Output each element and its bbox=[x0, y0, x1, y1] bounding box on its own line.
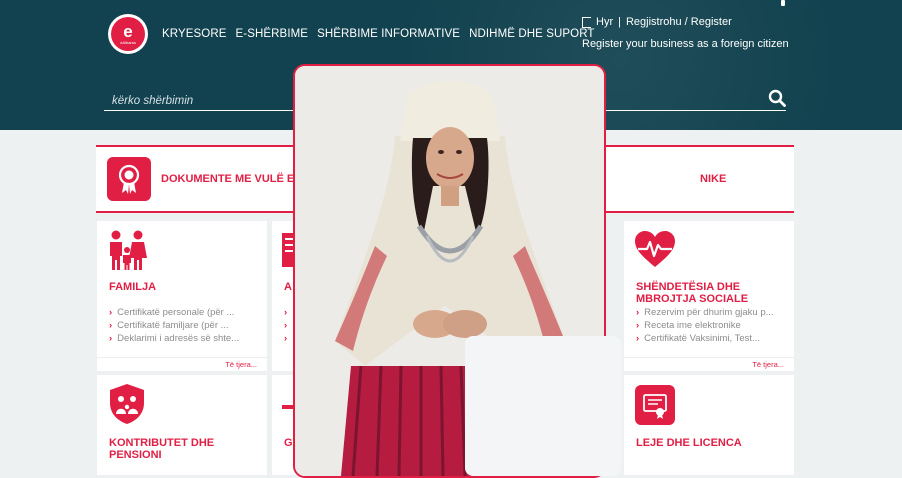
foreign-register-link[interactable]: Register your business as a foreign citi… bbox=[582, 38, 789, 50]
nav-sherbime-informative[interactable]: SHËRBIME INFORMATIVE bbox=[317, 28, 460, 40]
nav-ndihme-dhe-suport[interactable]: NDIHMË DHE SUPORT bbox=[469, 28, 594, 40]
list-item[interactable]: › Certifikatë personale (për ... bbox=[109, 306, 239, 319]
certificate-icon bbox=[107, 157, 151, 201]
chevron-right-icon: › bbox=[636, 320, 640, 331]
middle-bottom-title: G bbox=[284, 437, 293, 449]
chevron-right-icon: › bbox=[109, 307, 113, 318]
list-item[interactable]: › Rezervim për dhurim gjaku p... bbox=[636, 306, 774, 319]
main-nav: KRYESORE E-SHËRBIME SHËRBIME INFORMATIVE… bbox=[162, 28, 595, 40]
chevron-right-icon: › bbox=[636, 333, 640, 344]
documents-banner-title: DOKUMENTE ME VULË EL bbox=[161, 173, 301, 185]
nav-e-sherbime[interactable]: E-SHËRBIME bbox=[236, 28, 309, 40]
chevron-right-icon: › bbox=[109, 320, 113, 331]
pension-card[interactable]: KONTRIBUTET DHE PENSIONI bbox=[97, 375, 267, 475]
list-item[interactable]: › Certifikatë familjare (për ... bbox=[109, 319, 239, 332]
shield-family-icon bbox=[110, 384, 144, 424]
list-item[interactable]: › Deklarimi i adresës së shte... bbox=[109, 332, 239, 345]
login-icon bbox=[582, 16, 591, 28]
account-area: Hyr | Regjistrohu / Register Register yo… bbox=[582, 16, 789, 50]
divider bbox=[97, 357, 267, 358]
license-card[interactable]: LEJE DHE LICENCA bbox=[624, 375, 794, 475]
chevron-right-icon: › bbox=[284, 333, 288, 344]
account-separator: | bbox=[618, 16, 621, 28]
overlay-panel bbox=[465, 336, 621, 476]
license-icon bbox=[635, 385, 675, 425]
family-title: FAMILJA bbox=[109, 281, 157, 293]
health-links: › Rezervim për dhurim gjaku p... › Receta … bbox=[636, 306, 774, 345]
family-icon bbox=[110, 230, 147, 270]
heart-pulse-icon bbox=[635, 231, 675, 267]
chevron-right-icon: › bbox=[636, 307, 640, 318]
list-item[interactable]: › bbox=[284, 332, 292, 345]
divider bbox=[624, 357, 794, 358]
documents-banner-title-end: NIKE bbox=[700, 173, 727, 185]
search-icon[interactable] bbox=[768, 89, 786, 107]
health-more-link[interactable]: Të tjera... bbox=[752, 360, 784, 369]
menu-dots-icon[interactable] bbox=[781, 0, 785, 6]
list-item[interactable]: › Receta ime elektronike bbox=[636, 319, 774, 332]
logo-mark: e eAlbania bbox=[111, 17, 145, 51]
license-title: LEJE DHE LICENCA bbox=[636, 437, 742, 449]
logo[interactable]: e eAlbania bbox=[108, 14, 148, 54]
logo-letter: e bbox=[123, 22, 133, 41]
logo-subtext: eAlbania bbox=[120, 40, 136, 45]
health-title: SHËNDETËSIA DHE MBROJTJA SOCIALE bbox=[636, 281, 749, 305]
second-card-title: A bbox=[284, 281, 292, 293]
chevron-right-icon: › bbox=[284, 320, 288, 331]
chevron-right-icon: › bbox=[284, 307, 288, 318]
pension-title: KONTRIBUTET DHE PENSIONI bbox=[109, 437, 215, 461]
list-item[interactable]: › Certifikatë Vaksinimi, Test... bbox=[636, 332, 774, 345]
chevron-right-icon: › bbox=[109, 333, 113, 344]
health-card[interactable]: SHËNDETËSIA DHE MBROJTJA SOCIALE › Rezerv… bbox=[624, 221, 794, 371]
register-link[interactable]: Regjistrohu / Register bbox=[626, 16, 732, 28]
second-card-links: › › › bbox=[284, 306, 292, 345]
family-more-link[interactable]: Të tjera... bbox=[225, 360, 257, 369]
family-links: › Certifikatë personale (për ... › Certifi… bbox=[109, 306, 239, 345]
list-item[interactable]: › bbox=[284, 306, 292, 319]
family-card[interactable]: FAMILJA › Certifikatë personale (për ... … bbox=[97, 221, 267, 371]
nav-kryesore[interactable]: KRYESORE bbox=[162, 28, 227, 40]
list-item[interactable]: › bbox=[284, 319, 292, 332]
login-link[interactable]: Hyr bbox=[596, 16, 613, 28]
